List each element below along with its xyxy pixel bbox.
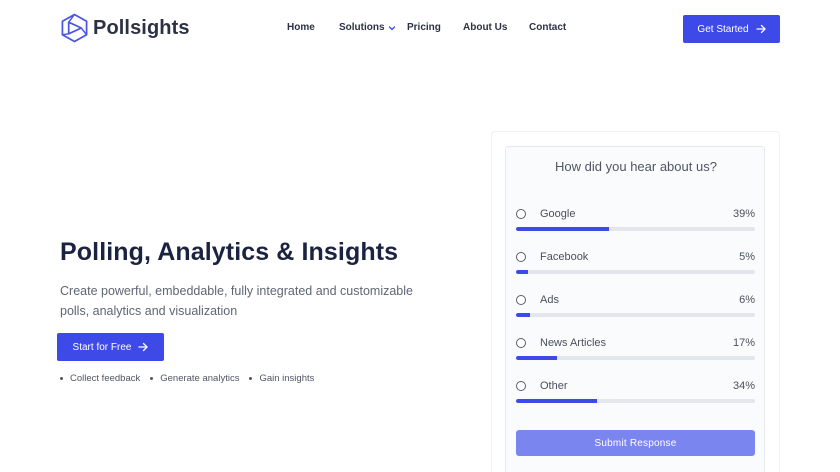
feature-label: Generate analytics (160, 373, 240, 384)
poll-option[interactable]: Ads 6% (516, 293, 755, 323)
hero-title: Polling, Analytics & Insights (60, 238, 399, 266)
option-label: News Articles (540, 337, 607, 349)
get-started-label: Get Started (697, 23, 749, 35)
progress-track (516, 313, 755, 317)
chevron-down-icon (388, 25, 395, 30)
radio-button[interactable] (516, 338, 526, 348)
nav-home-link[interactable]: Home (287, 22, 315, 33)
feature-list: Collect feedback Generate analytics Gain… (60, 373, 324, 384)
progress-fill (516, 227, 610, 231)
feature-label: Collect feedback (70, 373, 141, 384)
nav-pricing-link[interactable]: Pricing (407, 22, 441, 33)
nav-about-link[interactable]: About Us (463, 22, 507, 33)
option-percent: 34% (732, 380, 755, 392)
start-for-free-button[interactable]: Start for Free (57, 333, 164, 361)
option-percent: 5% (739, 251, 755, 263)
progress-track (516, 270, 755, 274)
option-percent: 17% (732, 337, 755, 349)
start-for-free-label: Start for Free (72, 341, 132, 353)
feature-label: Gain insights (259, 373, 315, 384)
arrow-right-icon (138, 342, 149, 352)
radio-button[interactable] (516, 381, 526, 391)
radio-button[interactable] (516, 295, 526, 305)
progress-fill (516, 313, 531, 317)
progress-track (516, 356, 755, 360)
feature-item: Generate analytics (150, 373, 239, 384)
feature-item: Collect feedback (60, 373, 140, 384)
hero-subtitle: Create powerful, embeddable, fully integ… (60, 284, 413, 318)
nav-solutions-label: Solutions (339, 22, 385, 33)
bullet-icon (249, 377, 253, 380)
feature-item: Gain insights (249, 373, 314, 384)
bullet-icon (60, 377, 63, 380)
nav-contact-link[interactable]: Contact (529, 22, 566, 33)
poll-card: How did you hear about us? Google 39% Fa… (505, 146, 765, 472)
bullet-icon (150, 377, 154, 380)
poll-question: How did you hear about us? (555, 159, 717, 174)
option-label: Ads (540, 294, 559, 306)
option-label: Facebook (540, 251, 589, 263)
nav-solutions-link[interactable]: Solutions (339, 22, 396, 33)
submit-response-button[interactable]: Submit Response (516, 430, 755, 456)
radio-button[interactable] (516, 252, 526, 262)
progress-fill (516, 356, 557, 360)
option-percent: 6% (739, 294, 755, 306)
progress-track (516, 227, 755, 231)
poll-option[interactable]: Facebook 5% (516, 250, 755, 280)
radio-button[interactable] (516, 209, 526, 219)
get-started-button[interactable]: Get Started (683, 15, 780, 43)
progress-fill (516, 270, 528, 274)
progress-fill (516, 399, 598, 403)
option-percent: 39% (732, 208, 755, 220)
poll-option[interactable]: Other 34% (516, 379, 755, 409)
poll-option[interactable]: News Articles 17% (516, 336, 755, 366)
option-label: Other (540, 380, 568, 392)
option-label: Google (540, 208, 576, 220)
poll-option[interactable]: Google 39% (516, 207, 755, 237)
arrow-right-icon (755, 24, 766, 34)
progress-track (516, 399, 755, 403)
